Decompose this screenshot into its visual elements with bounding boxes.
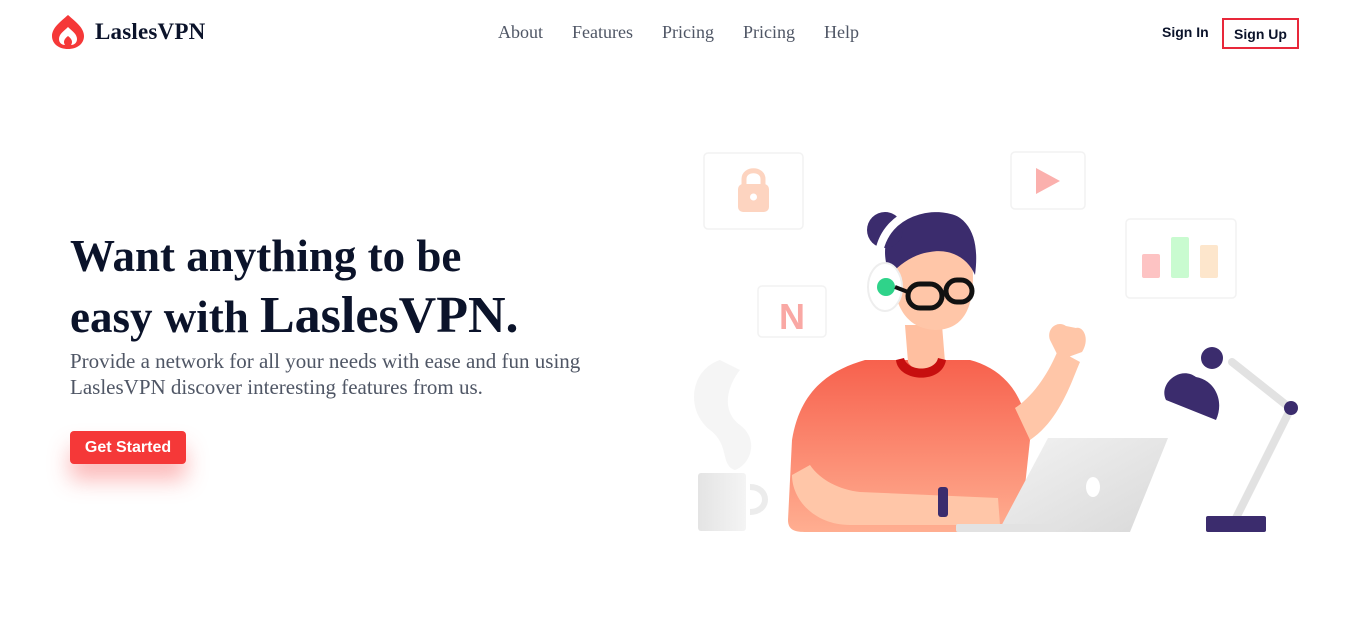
sign-up-button[interactable]: Sign Up xyxy=(1222,18,1299,49)
nav-pricing[interactable]: Pricing xyxy=(662,20,714,44)
hero-title-line1: Want anything to be xyxy=(70,231,462,281)
sign-in-link[interactable]: Sign In xyxy=(1162,24,1209,40)
desk-lamp xyxy=(1164,347,1298,532)
hero-title-brand: LaslesVPN. xyxy=(260,287,519,344)
nav-features[interactable]: Features xyxy=(572,20,633,44)
nav-pricing-2[interactable]: Pricing xyxy=(743,20,795,44)
netflix-letter: N xyxy=(779,296,805,337)
nav-help[interactable]: Help xyxy=(824,20,859,44)
hero-description: Provide a network for all your needs wit… xyxy=(70,349,581,399)
nav-about[interactable]: About xyxy=(498,20,543,44)
hero-title-line2-prefix: easy with xyxy=(70,292,260,342)
brand-name: LaslesVPN xyxy=(95,19,206,44)
coffee-mug xyxy=(693,360,768,531)
flame-logo-icon xyxy=(52,15,84,49)
lock-icon xyxy=(703,152,804,230)
hero-title: Want anything to be easy with LaslesVPN. xyxy=(70,226,519,347)
bar-chart-icon xyxy=(1125,218,1237,299)
brand-logo[interactable]: LaslesVPN xyxy=(50,14,205,50)
get-started-button[interactable]: Get Started xyxy=(70,431,186,464)
main-nav: About Features Pricing Pricing Help xyxy=(498,20,888,44)
netflix-n-icon: N xyxy=(757,285,827,338)
hero-illustration: N xyxy=(693,151,1298,532)
play-icon xyxy=(1010,151,1086,210)
